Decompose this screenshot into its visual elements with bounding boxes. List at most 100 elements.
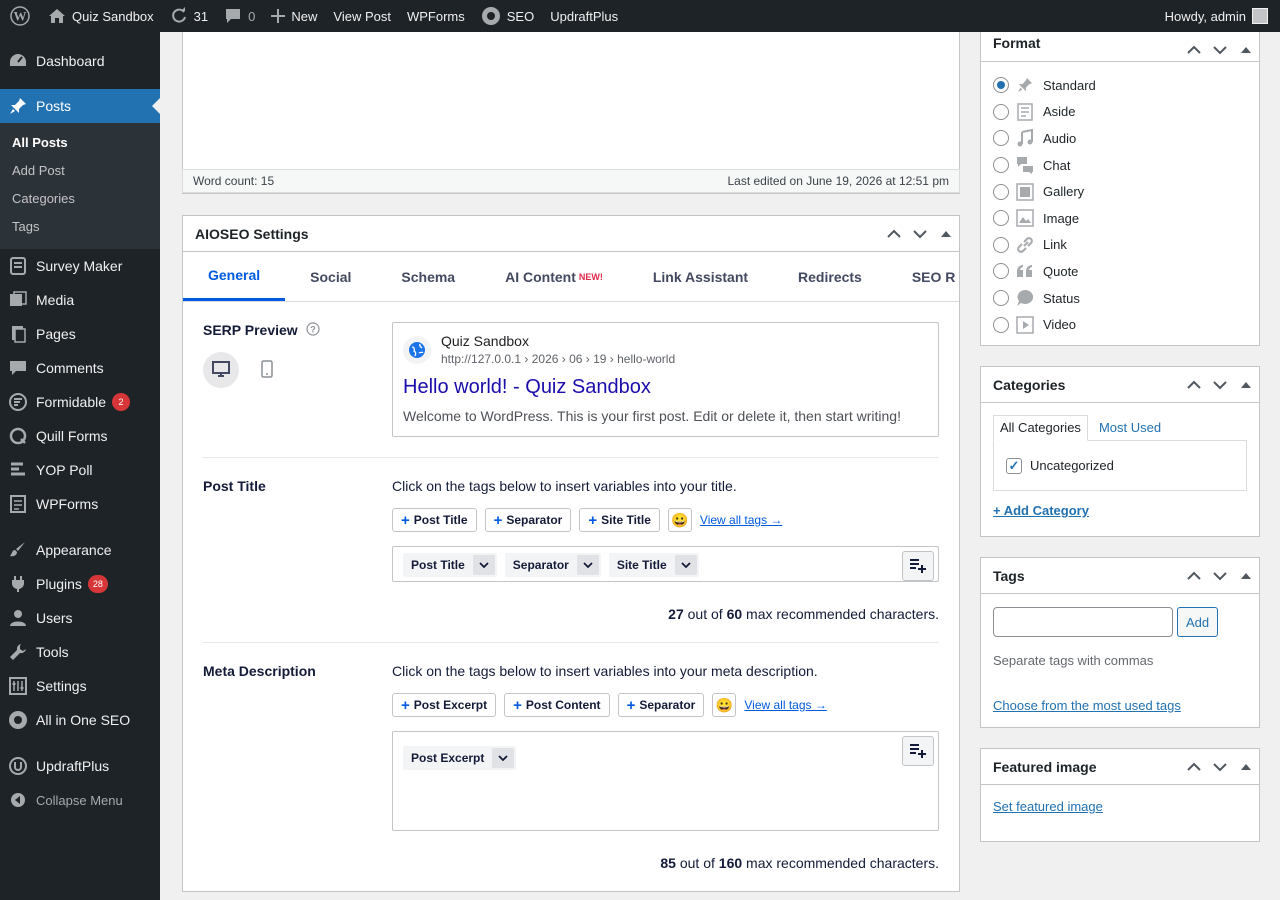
radio-standard[interactable] bbox=[993, 77, 1009, 94]
insert-tag-button[interactable] bbox=[902, 736, 934, 766]
move-up-icon[interactable] bbox=[1181, 558, 1207, 594]
menu-formidable[interactable]: Formidable 2 bbox=[0, 385, 160, 419]
emoji-picker-button[interactable]: 😀 bbox=[712, 693, 737, 717]
menu-dashboard[interactable]: Dashboard bbox=[0, 44, 160, 78]
format-option-video[interactable]: Video bbox=[993, 311, 1247, 338]
wordpress-logo-menu[interactable]: W bbox=[0, 0, 40, 32]
tab-social[interactable]: Social bbox=[285, 252, 376, 301]
toggle-panel-icon[interactable] bbox=[1233, 367, 1259, 403]
updates-menu[interactable]: 31 bbox=[162, 0, 216, 32]
menu-media[interactable]: Media bbox=[0, 283, 160, 317]
insert-tag-button[interactable] bbox=[902, 551, 934, 581]
chevron-down-icon[interactable] bbox=[576, 555, 599, 575]
menu-tools[interactable]: Tools bbox=[0, 635, 160, 669]
mobile-preview-button[interactable] bbox=[249, 352, 285, 388]
menu-settings[interactable]: Settings bbox=[0, 669, 160, 703]
submenu-all-posts[interactable]: All Posts bbox=[0, 129, 160, 157]
radio-audio[interactable] bbox=[993, 130, 1009, 147]
updraftplus-menu[interactable]: UpdraftPlus bbox=[542, 0, 626, 32]
new-tag-input[interactable] bbox=[993, 607, 1173, 637]
meta-description-editor[interactable]: Post Excerpt bbox=[392, 731, 939, 831]
menu-updraftplus[interactable]: UpdraftPlus bbox=[0, 749, 160, 783]
comments-menu[interactable]: 0 bbox=[216, 0, 263, 32]
content-editor[interactable]: Word count: 15 Last edited on June 19, 2… bbox=[182, 32, 960, 194]
move-up-icon[interactable] bbox=[1181, 32, 1207, 68]
submenu-categories[interactable]: Categories bbox=[0, 185, 160, 213]
menu-pages[interactable]: Pages bbox=[0, 317, 160, 351]
format-option-status[interactable]: Status bbox=[993, 285, 1247, 312]
desktop-preview-button[interactable] bbox=[203, 352, 239, 388]
move-down-icon[interactable] bbox=[907, 216, 933, 252]
format-option-quote[interactable]: Quote bbox=[993, 258, 1247, 285]
menu-comments[interactable]: Comments bbox=[0, 351, 160, 385]
site-name-menu[interactable]: Quiz Sandbox bbox=[40, 0, 162, 32]
tab-general[interactable]: General bbox=[183, 252, 286, 301]
submenu-add-post[interactable]: Add Post bbox=[0, 157, 160, 185]
toggle-panel-icon[interactable] bbox=[1233, 32, 1259, 68]
menu-users[interactable]: Users bbox=[0, 601, 160, 635]
move-up-icon[interactable] bbox=[881, 216, 907, 252]
new-content-menu[interactable]: New bbox=[263, 0, 325, 32]
format-option-audio[interactable]: Audio bbox=[993, 125, 1247, 152]
move-down-icon[interactable] bbox=[1207, 367, 1233, 403]
move-up-icon[interactable] bbox=[1181, 367, 1207, 403]
chevron-down-icon[interactable] bbox=[472, 555, 495, 575]
add-tag-post-content-button[interactable]: + Post Content bbox=[504, 693, 610, 717]
collapse-menu-button[interactable]: Collapse Menu bbox=[0, 783, 160, 817]
help-icon[interactable]: ? bbox=[306, 322, 320, 336]
wpforms-menu[interactable]: WPForms bbox=[399, 0, 473, 32]
radio-quote[interactable] bbox=[993, 263, 1009, 280]
tab-seo-revisions[interactable]: SEO R bbox=[887, 252, 959, 301]
radio-gallery[interactable] bbox=[993, 183, 1009, 200]
tag-chip[interactable]: Post Title bbox=[403, 553, 497, 577]
tag-chip[interactable]: Separator bbox=[504, 553, 601, 577]
menu-plugins[interactable]: Plugins 28 bbox=[0, 567, 160, 601]
radio-chat[interactable] bbox=[993, 157, 1009, 174]
format-option-image[interactable]: Image bbox=[993, 205, 1247, 232]
menu-appearance[interactable]: Appearance bbox=[0, 533, 160, 567]
tab-most-used[interactable]: Most Used bbox=[1092, 415, 1168, 440]
move-down-icon[interactable] bbox=[1207, 32, 1233, 68]
radio-video[interactable] bbox=[993, 316, 1009, 333]
add-tag-site-title-button[interactable]: + Site Title bbox=[579, 508, 660, 532]
move-up-icon[interactable] bbox=[1181, 749, 1207, 785]
menu-wpforms[interactable]: WPForms bbox=[0, 487, 160, 521]
my-account-menu[interactable]: Howdy, admin bbox=[1165, 8, 1280, 24]
radio-aside[interactable] bbox=[993, 103, 1009, 120]
submenu-tags[interactable]: Tags bbox=[0, 213, 160, 241]
format-option-aside[interactable]: Aside bbox=[993, 99, 1247, 126]
add-tag-post-title-button[interactable]: + Post Title bbox=[392, 508, 477, 532]
tab-all-categories[interactable]: All Categories bbox=[993, 415, 1088, 441]
view-post-link[interactable]: View Post bbox=[325, 0, 399, 32]
format-option-standard[interactable]: Standard bbox=[993, 72, 1247, 99]
move-down-icon[interactable] bbox=[1207, 558, 1233, 594]
view-all-tags-link[interactable]: View all tags → bbox=[700, 513, 782, 527]
add-tag-separator-button[interactable]: + Separator bbox=[617, 693, 705, 717]
format-option-chat[interactable]: Chat bbox=[993, 152, 1247, 179]
radio-link[interactable] bbox=[993, 236, 1009, 253]
format-option-gallery[interactable]: Gallery bbox=[993, 178, 1247, 205]
menu-survey-maker[interactable]: Survey Maker bbox=[0, 249, 160, 283]
tag-chip[interactable]: Site Title bbox=[608, 553, 699, 577]
tab-redirects[interactable]: Redirects bbox=[773, 252, 887, 301]
menu-posts[interactable]: Posts bbox=[0, 89, 160, 123]
tab-ai-content[interactable]: AI Content NEW! bbox=[480, 252, 628, 301]
menu-aioseo[interactable]: All in One SEO bbox=[0, 703, 160, 737]
seo-menu[interactable]: SEO bbox=[473, 0, 542, 32]
move-down-icon[interactable] bbox=[1207, 749, 1233, 785]
uncategorized-checkbox[interactable]: ✓ bbox=[1006, 457, 1022, 474]
tab-schema[interactable]: Schema bbox=[376, 252, 480, 301]
add-tag-post-excerpt-button[interactable]: + Post Excerpt bbox=[392, 693, 497, 717]
choose-most-used-tags-link[interactable]: Choose from the most used tags bbox=[981, 668, 1259, 727]
menu-yop-poll[interactable]: YOP Poll bbox=[0, 453, 160, 487]
tag-chip[interactable]: Post Excerpt bbox=[403, 746, 517, 770]
radio-status[interactable] bbox=[993, 290, 1009, 307]
format-option-link[interactable]: Link bbox=[993, 232, 1247, 259]
toggle-panel-icon[interactable] bbox=[1233, 749, 1259, 785]
add-tag-button[interactable]: Add bbox=[1177, 607, 1219, 637]
toggle-panel-icon[interactable] bbox=[1233, 558, 1259, 594]
set-featured-image-link[interactable]: Set featured image bbox=[981, 785, 1259, 841]
radio-image[interactable] bbox=[993, 210, 1009, 227]
add-tag-separator-button[interactable]: + Separator bbox=[484, 508, 572, 532]
toggle-panel-icon[interactable] bbox=[933, 216, 959, 252]
